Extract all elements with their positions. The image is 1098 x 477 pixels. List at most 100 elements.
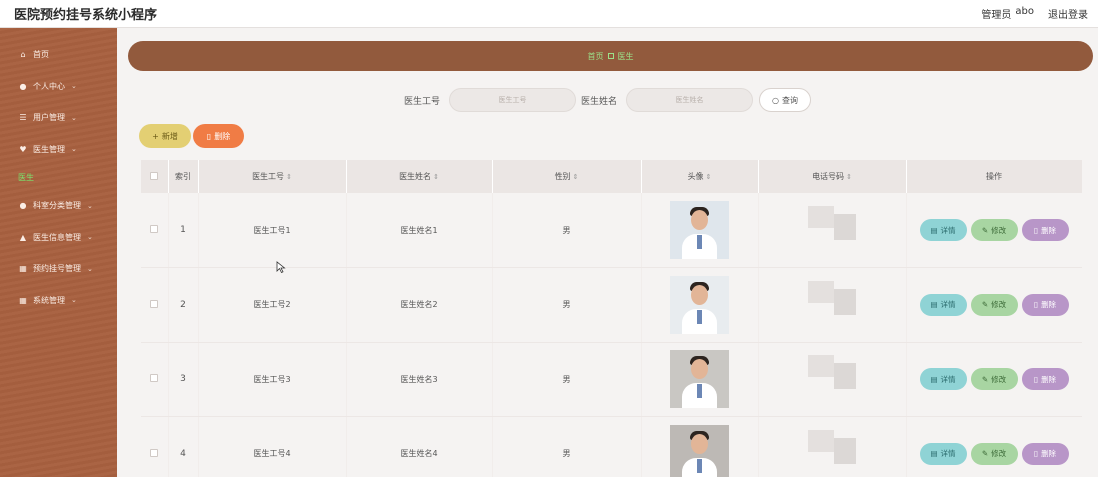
table-header-row: 索引 医生工号 ⇕ 医生姓名 ⇕ 性别 ⇕ 头像 ⇕ 电话号码 ⇕ 操作 <box>141 160 1082 193</box>
document-icon: ▤ <box>930 374 938 384</box>
sidebar-item-5[interactable]: ● 科室分类管理 ⌄ <box>0 190 117 222</box>
detail-button[interactable]: ▤ 详情 <box>919 442 967 465</box>
doctor-avatar[interactable] <box>670 424 729 477</box>
col-header-doc-id-label: 医生工号 <box>252 172 285 181</box>
chevron-down-icon: ⌄ <box>71 113 77 122</box>
col-header-index: 索引 <box>168 160 199 193</box>
breadcrumb: 首页 医生 <box>128 41 1093 71</box>
edit-button[interactable]: ✎ 修改 <box>970 442 1018 465</box>
row-doc-name: 医生姓名1 <box>346 193 493 268</box>
document-icon: ▤ <box>930 300 938 310</box>
col-header-gender[interactable]: 性别 ⇕ <box>492 160 642 193</box>
sidebar-item-8[interactable]: ▦ 系统管理 ⌄ <box>0 285 117 317</box>
pencil-icon: ✎ <box>981 374 989 384</box>
row-avatar-cell <box>641 193 759 268</box>
detail-button-label: 详情 <box>940 225 956 235</box>
row-phone-cell <box>758 342 907 417</box>
select-all-checkbox[interactable] <box>150 171 159 180</box>
sidebar-item-6[interactable]: ▲ 医生信息管理 ⌄ <box>0 222 117 254</box>
avatar-head <box>691 433 708 454</box>
chevron-down-icon: ⌄ <box>71 296 77 305</box>
row-doc-name: 医生姓名3 <box>346 342 493 417</box>
avatar-head <box>691 284 708 305</box>
sidebar-item-label: 系统管理 <box>33 295 65 305</box>
logout-link[interactable]: 退出登录 <box>1048 6 1088 21</box>
row-doc-id: 医生工号1 <box>198 193 347 268</box>
row-doc-id: 医生工号3 <box>198 342 347 417</box>
delete-button[interactable]: ▯ 删除 <box>1021 219 1069 241</box>
row-doc-id: 医生工号4 <box>198 416 347 477</box>
row-actions: ▤ 详情 ✎ 修改 ▯ 删除 <box>907 368 1082 391</box>
user-role: 管理员 <box>981 10 1012 21</box>
row-index: 1 <box>168 193 199 268</box>
col-header-doc-name-label: 医生姓名 <box>399 172 432 181</box>
breadcrumb-home[interactable]: 首页 <box>588 51 604 62</box>
delete-button[interactable]: ▯ 删除 <box>1021 368 1069 391</box>
sidebar-item-4[interactable]: 医生 <box>0 165 117 190</box>
row-avatar-cell <box>641 416 759 477</box>
col-header-phone-label: 电话号码 <box>812 172 845 181</box>
sort-icon: ⇕ <box>433 173 439 181</box>
col-header-doc-id[interactable]: 医生工号 ⇕ <box>198 160 347 193</box>
col-header-phone[interactable]: 电话号码 ⇕ <box>758 160 907 193</box>
add-button[interactable]: + 新增 <box>139 124 191 148</box>
col-header-doc-name[interactable]: 医生姓名 ⇕ <box>346 160 493 193</box>
row-checkbox[interactable] <box>150 448 159 457</box>
doc-id-input[interactable]: 医生工号 <box>449 88 576 112</box>
col-header-avatar[interactable]: 头像 ⇕ <box>641 160 759 193</box>
detail-button-label: 详情 <box>940 449 956 459</box>
doc-name-input[interactable]: 医生姓名 <box>626 88 753 112</box>
row-select-cell[interactable] <box>141 267 169 343</box>
header-right: 管理员 abo 退出登录 <box>981 6 1098 21</box>
blur-block <box>834 363 856 390</box>
table-row: 1 医生工号1 医生姓名1 男 ▤ 详情 ✎ 修改 ▯ 删除 <box>141 193 1082 268</box>
row-checkbox[interactable] <box>150 374 159 383</box>
delete-button-label: 删除 <box>1041 449 1057 459</box>
search-button[interactable]: ○ 查询 <box>759 88 811 112</box>
row-select-cell[interactable] <box>141 342 169 417</box>
sort-icon: ⇕ <box>705 173 712 181</box>
phone-number-blurred <box>802 206 862 254</box>
search-bar: 医生工号 医生工号 医生姓名 医生姓名 ○ 查询 <box>0 88 1098 112</box>
pencil-icon: ✎ <box>981 225 989 235</box>
add-button-label: 新增 <box>161 131 178 141</box>
sidebar-item-0[interactable]: ⌂ 首页 <box>0 39 117 71</box>
blur-block <box>808 429 834 452</box>
doctor-avatar[interactable] <box>670 350 729 409</box>
detail-button[interactable]: ▤ 详情 <box>919 293 967 316</box>
sidebar-item-3[interactable]: ♥ 医生管理 ⌄ <box>0 134 117 166</box>
trash-icon: ▯ <box>1033 374 1039 384</box>
sidebar-item-label: 预约挂号管理 <box>33 264 81 274</box>
search-button-label: 查询 <box>781 95 798 105</box>
detail-button[interactable]: ▤ 详情 <box>919 219 967 241</box>
table-row: 2 医生工号2 医生姓名2 男 ▤ 详情 ✎ 修改 ▯ 删除 <box>141 267 1082 343</box>
detail-button[interactable]: ▤ 详情 <box>919 368 967 391</box>
row-gender: 男 <box>492 193 642 268</box>
edit-button-label: 修改 <box>991 225 1007 235</box>
edit-button[interactable]: ✎ 修改 <box>970 293 1018 316</box>
row-doc-name: 医生姓名4 <box>346 416 493 477</box>
row-select-cell[interactable] <box>141 416 169 477</box>
app-title: 医院预约挂号系统小程序 <box>14 8 158 23</box>
detail-button-label: 详情 <box>940 300 956 310</box>
search-icon: ○ <box>772 95 779 105</box>
select-all-cell[interactable] <box>141 160 169 193</box>
nav-list: ⌂ 首页 ● 个人中心 ⌄ ☰ 用户管理 ⌄ ♥ 医生管理 ⌄ 医生 ● 科室分类管理 ⌄ ▲ 医生信息管理 ⌄ ▦… <box>0 39 117 316</box>
row-actions-cell: ▤ 详情 ✎ 修改 ▯ 删除 <box>906 193 1082 268</box>
doctor-avatar[interactable] <box>670 275 729 334</box>
delete-button[interactable]: ▯ 删除 <box>1021 293 1069 316</box>
delete-button[interactable]: ▯ 删除 <box>1021 442 1069 465</box>
row-select-cell[interactable] <box>141 193 169 268</box>
blur-block <box>808 280 834 303</box>
sidebar-item-7[interactable]: ▦ 预约挂号管理 ⌄ <box>0 253 117 285</box>
batch-delete-label: 删除 <box>214 131 231 141</box>
edit-button[interactable]: ✎ 修改 <box>970 368 1018 391</box>
batch-delete-button[interactable]: ▯ 删除 <box>193 124 244 148</box>
upload-icon: ▲ <box>19 232 27 242</box>
row-checkbox[interactable] <box>150 225 159 233</box>
doctor-avatar[interactable] <box>670 201 729 259</box>
sidebar-item-label: 医生管理 <box>33 144 65 154</box>
row-checkbox[interactable] <box>150 299 159 308</box>
document-icon: ▤ <box>930 449 938 459</box>
edit-button[interactable]: ✎ 修改 <box>970 219 1018 241</box>
